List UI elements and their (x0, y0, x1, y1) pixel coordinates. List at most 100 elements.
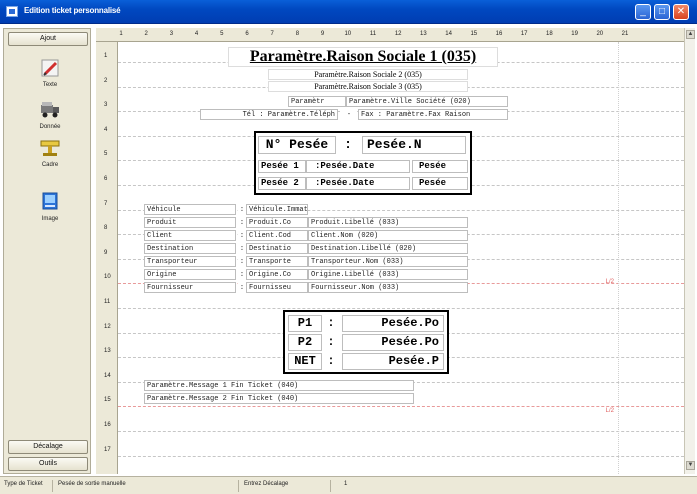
field-name[interactable]: Transporteur.Nom (033) (308, 256, 468, 267)
close-button[interactable]: ✕ (673, 4, 689, 20)
margin-mark-2: L/2 (605, 408, 614, 414)
ruler-column-number: 16 (495, 31, 503, 37)
text-tool[interactable]: Texte (30, 57, 70, 88)
ruler-column-number: 18 (546, 31, 553, 37)
field-code[interactable]: Origine.Co (246, 269, 308, 280)
offset-button[interactable]: Décalage (8, 440, 88, 454)
ticket-canvas[interactable]: Paramètre.Raison Sociale 1 (035) Paramèt… (118, 42, 684, 474)
phone-field[interactable]: Tél : Paramètre.Téléph (200, 109, 338, 120)
weighing-number-field[interactable]: Pesée.N (362, 136, 466, 154)
field-separator: : (238, 204, 246, 215)
ruler-column-number: 15 (470, 31, 478, 37)
ticket-type-value: Pesée de sortie manuelle (58, 481, 126, 487)
ticket-type-label: Type de Ticket (4, 481, 43, 487)
maximize-button[interactable]: □ (654, 4, 670, 20)
footer-message-2-field[interactable]: Paramètre.Message 2 Fin Ticket (040) (144, 393, 414, 404)
weighing-number-label[interactable]: N° Pesée (258, 136, 336, 154)
ruler-row-number: 15 (104, 397, 111, 404)
data-tool[interactable]: Donnée (30, 99, 70, 130)
grid-line (118, 455, 684, 457)
city-field[interactable]: Paramètre.Ville Société (020) (346, 96, 508, 107)
field-name[interactable]: Produit.Libellé (033) (308, 217, 468, 228)
vertical-scrollbar[interactable]: ▲ ▼ (684, 28, 695, 474)
ruler-column-number: 14 (445, 31, 452, 37)
field-code[interactable]: Client.Cod (246, 230, 308, 241)
ruler-column-number: 10 (344, 31, 352, 37)
minimize-button[interactable]: _ (635, 4, 651, 20)
company-name-field[interactable]: Paramètre.Raison Sociale 1 (035) (228, 47, 498, 67)
ruler-row-number: 16 (104, 422, 111, 428)
footer-message-1-field[interactable]: Paramètre.Message 1 Fin Ticket (040) (144, 380, 414, 391)
image-icon (42, 192, 58, 210)
margin-mark-1: L/2 (605, 279, 614, 285)
field-label[interactable]: Produit (144, 217, 236, 228)
weighing-1-date-field[interactable]: :Pesée.Date (306, 160, 410, 173)
weight-label[interactable]: P1 (288, 315, 322, 332)
weighing-2-date-field[interactable]: :Pesée.Date (306, 177, 410, 190)
weight-separator: : (322, 353, 340, 370)
field-name[interactable]: Origine.Libellé (033) (308, 269, 468, 280)
image-tool[interactable]: Image (30, 191, 70, 222)
field-label[interactable]: Origine (144, 269, 236, 280)
weighing-1-extra-field[interactable]: Pesée (412, 160, 468, 173)
weight-value-field[interactable]: Pesée.Po (342, 334, 444, 351)
tool-sidebar: Ajout Texte Donnée Cadre Image Décalage … (3, 28, 91, 474)
scroll-down-arrow-icon[interactable]: ▼ (686, 461, 695, 470)
field-name[interactable]: Client.Nom (020) (308, 230, 468, 241)
weighing-2-extra-field[interactable]: Pesée (412, 177, 468, 190)
city-code-field[interactable]: Paramètr (288, 96, 346, 107)
ruler-column-number: 3 (169, 31, 174, 37)
ruler-row-number: 6 (104, 176, 108, 182)
pencil-icon (41, 59, 59, 77)
field-separator: : (238, 230, 246, 241)
company-name-2-field[interactable]: Paramètre.Raison Sociale 2 (035) (268, 69, 468, 80)
tools-button[interactable]: Outils (8, 457, 88, 471)
weight-value-field[interactable]: Pesée.P (342, 353, 444, 370)
frame-tool[interactable]: Cadre (30, 137, 70, 168)
image-tool-label: Image (41, 216, 59, 222)
fax-field[interactable]: Fax : Paramètre.Fax Raison (358, 109, 508, 120)
field-name[interactable]: Fournisseur.Nom (033) (308, 282, 468, 293)
status-divider (238, 480, 239, 492)
weight-separator: : (322, 315, 340, 332)
grid-line (118, 431, 684, 432)
field-code[interactable]: Destinatio (246, 243, 308, 254)
ruler-row-number: 2 (104, 77, 108, 84)
weighing-number-separator: : (336, 136, 360, 154)
data-tool-label: Donnée (39, 124, 61, 130)
weight-separator: : (322, 334, 340, 351)
field-separator: : (238, 282, 246, 293)
grid-line (118, 406, 684, 408)
field-code[interactable]: Produit.Co (246, 217, 308, 228)
ruler-column-number: 9 (320, 31, 325, 37)
ruler-column-number: 17 (520, 31, 528, 37)
offset-value[interactable]: 1 (344, 481, 347, 487)
ruler-row-number: 14 (104, 372, 111, 379)
scroll-up-arrow-icon[interactable]: ▲ (686, 30, 695, 39)
field-label[interactable]: Client (144, 230, 236, 241)
field-label[interactable]: Transporteur (144, 256, 236, 267)
field-code[interactable]: Transporte (246, 256, 308, 267)
text-tool-label: Texte (42, 82, 58, 88)
weighing-2-label[interactable]: Pesée 2 (258, 177, 306, 190)
weight-label[interactable]: P2 (288, 334, 322, 351)
field-code[interactable]: Fournisseu (246, 282, 308, 293)
ruler-row-number: 12 (104, 323, 111, 330)
field-name[interactable]: Destination.Libellé (020) (308, 243, 468, 254)
weight-value-field[interactable]: Pesée.Po (342, 315, 444, 332)
company-name-3-field[interactable]: Paramètre.Raison Sociale 3 (035) (268, 81, 468, 92)
ruler-row-number: 13 (104, 348, 111, 355)
ruler-row-number: 7 (104, 200, 108, 207)
add-button[interactable]: Ajout (8, 32, 88, 46)
ruler-column-number: 7 (270, 31, 274, 37)
frame-tool-label: Cadre (41, 162, 59, 168)
field-separator: : (238, 243, 246, 254)
field-code[interactable]: Véhicule.Immatr (246, 204, 308, 215)
weight-label[interactable]: NET (288, 353, 322, 370)
field-label[interactable]: Destination (144, 243, 236, 254)
ruler-column-number: 21 (621, 31, 629, 37)
weighing-1-label[interactable]: Pesée 1 (258, 160, 306, 173)
field-label[interactable]: Fournisseur (144, 282, 236, 293)
field-separator: : (238, 256, 246, 267)
field-label[interactable]: Véhicule (144, 204, 236, 215)
